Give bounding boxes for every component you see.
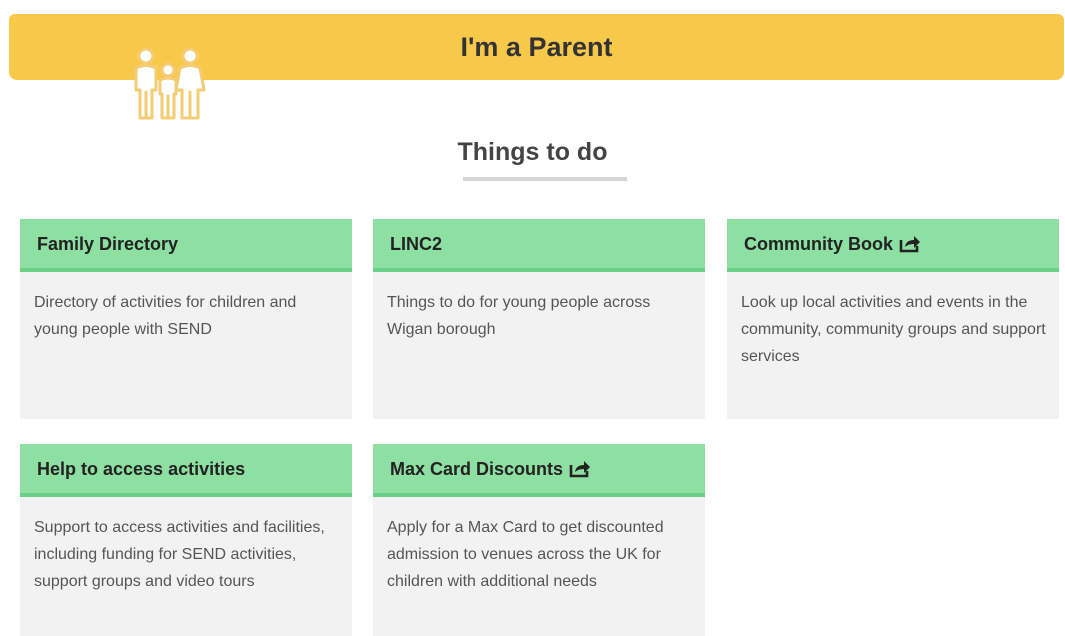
card-description: Directory of activities for children and…	[34, 294, 297, 338]
card-title: Max Card Discounts	[390, 458, 564, 479]
card-description: Support to access activities and facilit…	[34, 519, 325, 590]
card-title: LINC2	[390, 233, 443, 254]
card-header: Family Directory	[20, 219, 352, 272]
section-underline	[463, 177, 627, 181]
card-community-book[interactable]: Community Book Look up local activities …	[727, 219, 1059, 419]
external-link-icon	[899, 235, 921, 252]
card-title: Help to access activities	[37, 458, 246, 479]
external-link-icon	[569, 460, 591, 477]
card-max-card-discounts[interactable]: Max Card Discounts Apply for a Max Card …	[373, 444, 705, 636]
card-description: Look up local activities and events in t…	[741, 294, 1046, 365]
card-family-directory[interactable]: Family Directory Directory of activities…	[20, 219, 352, 419]
card-title: Family Directory	[37, 233, 179, 254]
card-header: LINC2	[373, 219, 705, 272]
card-description: Things to do for young people across Wig…	[387, 294, 651, 338]
card-linc2[interactable]: LINC2 Things to do for young people acro…	[373, 219, 705, 419]
card-help-to-access-activities[interactable]: Help to access activities Support to acc…	[20, 444, 352, 636]
section-title: Things to do	[457, 138, 608, 166]
card-header: Help to access activities	[20, 444, 352, 497]
card-description: Apply for a Max Card to get discounted a…	[387, 519, 664, 590]
family-icon	[134, 47, 206, 120]
card-header: Max Card Discounts	[373, 444, 705, 497]
card-title: Community Book	[744, 233, 894, 254]
card-header: Community Book	[727, 219, 1059, 272]
